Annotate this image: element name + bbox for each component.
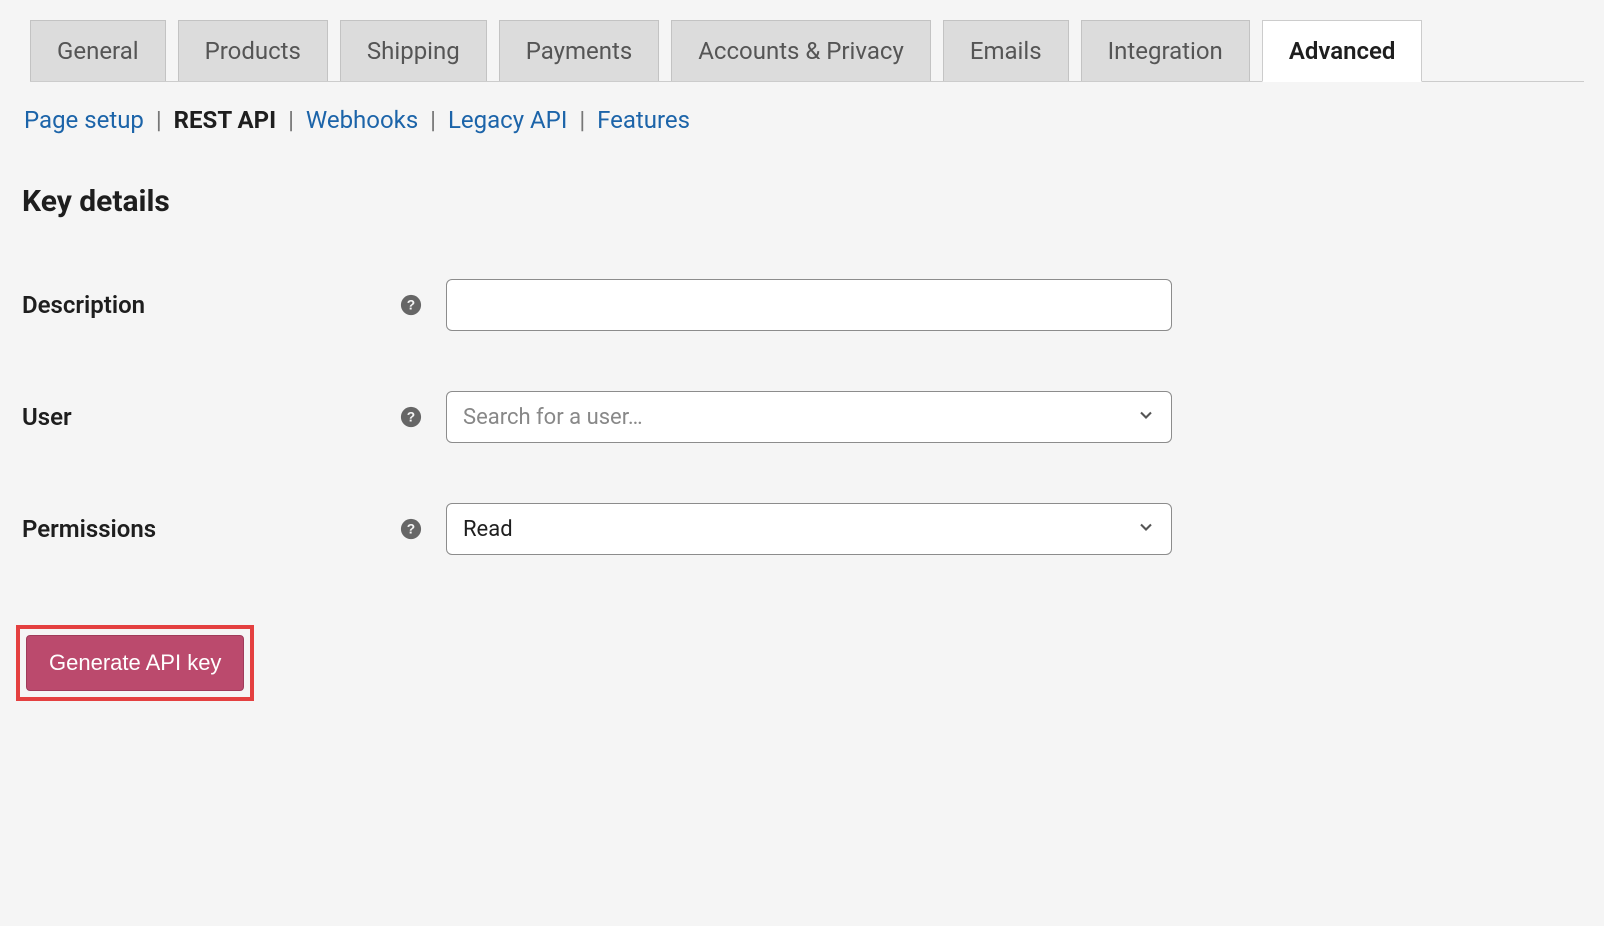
row-description: Description ? <box>20 279 1584 331</box>
user-select[interactable]: Search for a user… <box>446 391 1172 443</box>
page-title: Key details <box>20 184 1584 219</box>
permissions-select-wrap: Read <box>446 503 1172 555</box>
tab-integration[interactable]: Integration <box>1081 20 1250 81</box>
key-details-form: Description ? User ? Search for a user… … <box>20 279 1584 555</box>
permissions-select[interactable]: Read <box>446 503 1172 555</box>
svg-text:?: ? <box>407 522 415 537</box>
subnav-separator: | <box>288 106 294 134</box>
help-icon[interactable]: ? <box>400 518 422 540</box>
label-description: Description <box>20 291 400 319</box>
subnav-separator: | <box>156 106 162 134</box>
svg-text:?: ? <box>407 410 415 425</box>
settings-tabs: General Products Shipping Payments Accou… <box>30 20 1584 82</box>
highlight-annotation: Generate API key <box>16 625 254 701</box>
help-icon[interactable]: ? <box>400 406 422 428</box>
generate-api-key-button[interactable]: Generate API key <box>26 635 244 691</box>
label-user: User <box>20 403 400 431</box>
tab-accounts-privacy[interactable]: Accounts & Privacy <box>671 20 931 81</box>
advanced-subnav: Page setup | REST API | Webhooks | Legac… <box>20 106 1584 134</box>
subnav-legacy-api[interactable]: Legacy API <box>448 106 567 134</box>
subnav-features[interactable]: Features <box>597 106 690 134</box>
tab-emails[interactable]: Emails <box>943 20 1069 81</box>
subnav-webhooks[interactable]: Webhooks <box>306 106 418 134</box>
description-input[interactable] <box>446 279 1172 331</box>
subnav-rest-api[interactable]: REST API <box>174 106 276 134</box>
subnav-page-setup[interactable]: Page setup <box>24 106 144 134</box>
subnav-separator: | <box>579 106 585 134</box>
subnav-separator: | <box>430 106 436 134</box>
label-permissions: Permissions <box>20 515 400 543</box>
tab-products[interactable]: Products <box>178 20 328 81</box>
tab-shipping[interactable]: Shipping <box>340 20 487 81</box>
row-permissions: Permissions ? Read <box>20 503 1584 555</box>
help-icon[interactable]: ? <box>400 294 422 316</box>
svg-text:?: ? <box>407 298 415 313</box>
tab-advanced[interactable]: Advanced <box>1262 20 1423 82</box>
tab-general[interactable]: General <box>30 20 166 81</box>
tab-payments[interactable]: Payments <box>499 20 660 81</box>
user-select-wrap: Search for a user… <box>446 391 1172 443</box>
row-user: User ? Search for a user… <box>20 391 1584 443</box>
